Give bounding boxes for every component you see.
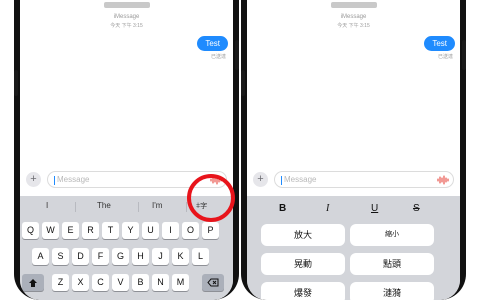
bold-button[interactable]: B <box>279 203 286 214</box>
key-c[interactable]: C <box>92 274 109 291</box>
key-g[interactable]: G <box>112 248 129 265</box>
key-a[interactable]: A <box>32 248 49 265</box>
key-w[interactable]: W <box>42 222 59 239</box>
audio-waveform-icon[interactable] <box>437 175 449 185</box>
key-h[interactable]: H <box>132 248 149 265</box>
key-x[interactable]: X <box>72 274 89 291</box>
shift-icon <box>29 279 37 287</box>
effect-ripple-button[interactable]: 漣漪 <box>350 282 434 300</box>
key-d[interactable]: D <box>72 248 89 265</box>
italic-button[interactable]: I <box>326 203 329 214</box>
right-screen: ████ iMessage 今天 下午 3:15 Test 已送達 + Mess… <box>247 0 460 300</box>
backspace-key[interactable] <box>202 274 224 291</box>
contact-name-blurred: ████ <box>330 2 377 8</box>
left-screen: ████ iMessage 今天 下午 3:15 Test 已送達 + Mess… <box>20 0 233 300</box>
delivered-status: 已送達 <box>437 54 453 60</box>
key-o[interactable]: O <box>182 222 199 239</box>
highlight-circle <box>187 174 235 222</box>
service-label: iMessage <box>113 14 140 20</box>
underline-button[interactable]: U <box>371 203 378 214</box>
suggestion-2[interactable]: The <box>97 201 111 210</box>
key-s[interactable]: S <box>52 248 69 265</box>
suggestion-divider <box>75 202 76 212</box>
key-r[interactable]: R <box>82 222 99 239</box>
plus-icon[interactable]: + <box>26 172 41 187</box>
effect-big-button[interactable]: 放大 <box>261 224 345 246</box>
message-timestamp: 今天 下午 3:15 <box>337 23 370 29</box>
text-caret <box>54 176 55 185</box>
key-j[interactable]: J <box>152 248 169 265</box>
message-placeholder: Message <box>57 175 90 184</box>
plus-icon[interactable]: + <box>253 172 268 187</box>
key-m[interactable]: M <box>172 274 189 291</box>
suggestion-1[interactable]: I <box>46 201 48 210</box>
shift-key[interactable] <box>22 274 44 291</box>
key-f[interactable]: F <box>92 248 109 265</box>
sent-message-bubble[interactable]: Test <box>424 36 455 51</box>
backspace-icon <box>207 278 219 287</box>
suggestion-3[interactable]: I'm <box>152 201 162 210</box>
key-y[interactable]: Y <box>122 222 139 239</box>
key-n[interactable]: N <box>152 274 169 291</box>
key-u[interactable]: U <box>142 222 159 239</box>
right-phone-frame: ████ iMessage 今天 下午 3:15 Test 已送達 + Mess… <box>241 0 466 300</box>
delivered-status: 已送達 <box>210 54 226 60</box>
key-b[interactable]: B <box>132 274 149 291</box>
key-i[interactable]: I <box>162 222 179 239</box>
message-timestamp: 今天 下午 3:15 <box>110 23 143 29</box>
key-v[interactable]: V <box>112 274 129 291</box>
left-phone-frame: ████ iMessage 今天 下午 3:15 Test 已送達 + Mess… <box>14 0 239 300</box>
key-k[interactable]: K <box>172 248 189 265</box>
key-l[interactable]: L <box>192 248 209 265</box>
message-placeholder: Message <box>284 175 317 184</box>
effect-nod-button[interactable]: 點頭 <box>350 253 434 275</box>
side-button <box>14 70 18 96</box>
key-t[interactable]: T <box>102 222 119 239</box>
effect-small-button[interactable]: 縮小 <box>350 224 434 246</box>
service-label: iMessage <box>340 14 367 20</box>
sent-message-bubble[interactable]: Test <box>197 36 228 51</box>
side-button <box>241 70 245 96</box>
key-e[interactable]: E <box>62 222 79 239</box>
suggestion-divider <box>138 202 139 212</box>
power-button <box>235 40 239 70</box>
key-q[interactable]: Q <box>22 222 39 239</box>
effect-shake-button[interactable]: 晃動 <box>261 253 345 275</box>
message-composer: + Message <box>247 168 460 192</box>
text-format-panel: B I U S 放大 縮小 晃動 點頭 爆發 漣漪 <box>247 196 460 300</box>
strikethrough-button[interactable]: S <box>413 203 420 214</box>
power-button <box>462 40 466 70</box>
contact-name-blurred: ████ <box>103 2 150 8</box>
key-p[interactable]: P <box>202 222 219 239</box>
format-toolbar: B I U S <box>247 196 460 222</box>
text-caret <box>281 176 282 185</box>
effect-explode-button[interactable]: 爆發 <box>261 282 345 300</box>
key-z[interactable]: Z <box>52 274 69 291</box>
message-input[interactable]: Message <box>274 171 454 188</box>
